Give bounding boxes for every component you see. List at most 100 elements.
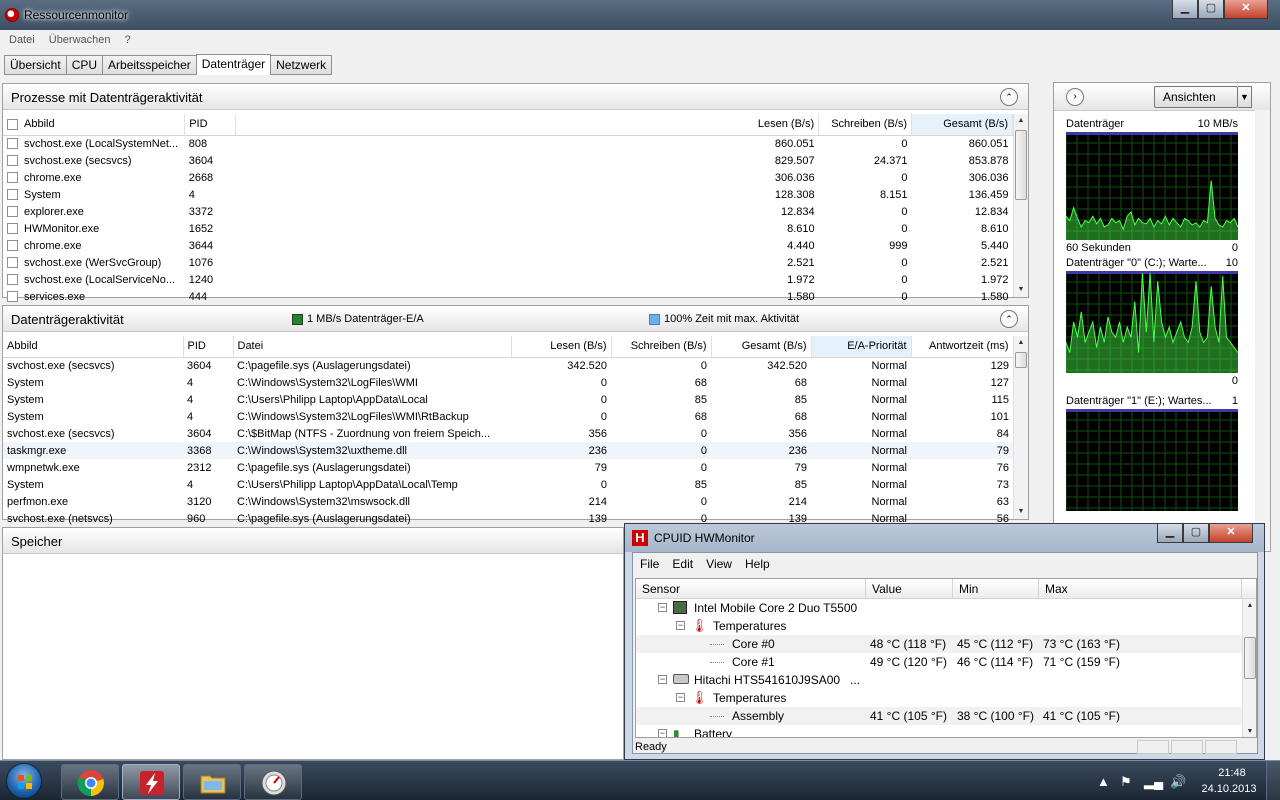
sensor-tree-scrollbar[interactable]: ▲ ▼ [1242, 599, 1256, 737]
table-row[interactable]: svchost.exe (WerSvcGroup) 1076 2.521 0 2.521 [3, 254, 1013, 271]
tree-row-core1[interactable]: Core #1 49 °C (120 °F) 46 °C (114 °F) 71… [636, 653, 1242, 671]
tab-netzwerk[interactable]: Netzwerk [271, 55, 333, 75]
show-desktop-button[interactable] [1266, 761, 1280, 800]
graphs-scrollbar[interactable] [1255, 110, 1270, 550]
show-hidden-icons-icon[interactable]: ▲ [1097, 774, 1110, 789]
table-row[interactable]: explorer.exe 3372 12.834 0 12.834 [3, 203, 1013, 220]
scroll-up-icon[interactable]: ▲ [1014, 336, 1028, 350]
tree-row-hdd[interactable]: − Hitachi HTS541610J9SA00 ... [636, 671, 1242, 689]
tree-row-battery[interactable]: − ▮ Battery [636, 725, 1242, 737]
table-row[interactable]: svchost.exe (secsvcs) 3604 C:\$BitMap (NTF… [3, 425, 1013, 442]
table-row[interactable]: chrome.exe 2668 306.036 0 306.036 [3, 169, 1013, 186]
column-header-ea-prioritaet[interactable]: E/A-Priorität [811, 336, 912, 358]
processes-panel-header[interactable]: Prozesse mit Datenträgeraktivität ⌃ [3, 84, 1028, 110]
row-checkbox[interactable] [7, 155, 18, 167]
menu-datei[interactable]: Datei [9, 30, 35, 50]
column-header-lesen[interactable]: Lesen (B/s) [235, 114, 820, 136]
processes-scrollbar[interactable]: ▲ ▼ [1013, 114, 1028, 297]
row-checkbox[interactable] [7, 257, 18, 269]
close-button[interactable]: ✕ [1224, 0, 1268, 19]
table-row[interactable]: svchost.exe (secsvcs) 3604 829.507 24.371 85… [3, 152, 1013, 169]
select-all-checkbox[interactable] [7, 118, 18, 130]
menu-edit[interactable]: Edit [672, 553, 693, 575]
collapse-icon[interactable]: − [658, 603, 667, 612]
column-header-abbild[interactable]: Abbild [3, 336, 184, 358]
table-row[interactable]: wmpnetwk.exe 2312 C:\pagefile.sys (Auslage… [3, 459, 1013, 476]
tree-row-core0[interactable]: Core #0 48 °C (118 °F) 45 °C (112 °F) 73… [636, 635, 1242, 653]
row-checkbox[interactable] [7, 138, 18, 150]
taskbar-chrome[interactable] [61, 764, 119, 800]
table-row[interactable]: taskmgr.exe 3368 C:\Windows\System32\uxthe… [3, 442, 1013, 459]
column-header-lesen[interactable]: Lesen (B/s) [511, 336, 612, 358]
collapse-icon[interactable]: − [676, 621, 685, 630]
taskbar-resource-monitor[interactable] [122, 764, 180, 800]
column-header-pid[interactable]: PID [183, 336, 234, 358]
hwmonitor-title-bar[interactable]: H CPUID HWMonitor ▁ ▢ ✕ [625, 524, 1264, 552]
table-row[interactable]: services.exe 444 1.580 0 1.580 [3, 288, 1013, 305]
scroll-down-icon[interactable]: ▼ [1243, 725, 1256, 737]
maximize-button[interactable]: ▢ [1198, 0, 1224, 19]
collapse-icon[interactable]: − [658, 675, 667, 684]
menu-ueberwachen[interactable]: Überwachen [49, 30, 111, 50]
tab-arbeitsspeicher[interactable]: Arbeitsspeicher [102, 55, 196, 75]
minimize-button[interactable]: ▁ [1157, 524, 1183, 543]
table-row[interactable]: System 4 C:\Windows\System32\LogFiles\WMI 0… [3, 374, 1013, 391]
views-button[interactable]: Ansichten [1154, 86, 1238, 108]
column-header-datei[interactable]: Datei [233, 336, 512, 358]
column-header-gesamt[interactable]: Gesamt (B/s) [711, 336, 812, 358]
taskbar-performance[interactable] [244, 764, 302, 800]
action-center-icon[interactable]: ⚑ [1120, 774, 1132, 790]
table-row[interactable]: svchost.exe (LocalSystemNet... 808 860.051… [3, 135, 1013, 152]
table-row[interactable]: System 4 C:\Users\Philipp Laptop\AppData\L… [3, 476, 1013, 493]
column-header-max[interactable]: Max [1039, 579, 1242, 599]
column-header-abbild[interactable]: Abbild [3, 114, 186, 136]
table-row[interactable]: System 4 C:\Windows\System32\LogFiles\WMI\… [3, 408, 1013, 425]
volume-icon[interactable]: 🔊 [1170, 774, 1186, 790]
table-row[interactable]: chrome.exe 3644 4.440 999 5.440 [3, 237, 1013, 254]
menu-file[interactable]: File [640, 553, 659, 575]
column-header-sensor[interactable]: Sensor [636, 579, 866, 599]
network-signal-icon[interactable]: ▂▄ [1144, 774, 1163, 790]
tab-uebersicht[interactable]: Übersicht [4, 55, 66, 75]
scroll-up-icon[interactable]: ▲ [1243, 599, 1256, 613]
title-bar[interactable]: Ressourcenmonitor ▁ ▢ ✕ [0, 0, 1280, 30]
disk-activity-header[interactable]: Datenträgeraktivität 1 MB/s Datenträger-… [3, 306, 1028, 332]
collapse-icon[interactable]: − [658, 729, 667, 737]
clock-time[interactable]: 21:48 [1212, 767, 1252, 779]
row-checkbox[interactable] [7, 240, 18, 252]
tree-row-hdd-temperatures[interactable]: − 🌡 Temperatures [636, 689, 1242, 707]
tree-row-assembly[interactable]: Assembly 41 °C (105 °F) 38 °C (100 °F) 4… [636, 707, 1242, 725]
collapse-icon[interactable]: ⌃ [1000, 88, 1018, 106]
tab-datentraeger[interactable]: Datenträger [195, 54, 272, 75]
menu-view[interactable]: View [706, 553, 732, 575]
taskbar-explorer[interactable] [183, 764, 241, 800]
scroll-up-icon[interactable]: ▲ [1014, 114, 1028, 128]
scroll-down-icon[interactable]: ▼ [1014, 283, 1028, 297]
tab-cpu[interactable]: CPU [65, 55, 103, 75]
maximize-button[interactable]: ▢ [1183, 524, 1209, 543]
column-header-schreiben[interactable]: Schreiben (B/s) [611, 336, 712, 358]
collapse-icon[interactable]: − [676, 693, 685, 702]
table-row[interactable]: System 4 C:\Users\Philipp Laptop\AppData\L… [3, 391, 1013, 408]
scroll-down-icon[interactable]: ▼ [1014, 505, 1028, 519]
column-header-value[interactable]: Value [866, 579, 953, 599]
column-header-gesamt[interactable]: Gesamt (B/s) [911, 114, 1013, 136]
row-checkbox[interactable] [7, 172, 18, 184]
close-button[interactable]: ✕ [1209, 524, 1253, 543]
views-dropdown-icon[interactable]: ▼ [1238, 86, 1252, 108]
row-checkbox[interactable] [7, 274, 18, 286]
tree-row-cpu-temperatures[interactable]: − 🌡 Temperatures [636, 617, 1242, 635]
disk-activity-scrollbar[interactable]: ▲ ▼ [1013, 336, 1028, 519]
column-header-pid[interactable]: PID [184, 114, 236, 136]
menu-help[interactable]: ? [125, 30, 131, 50]
expand-arrow-icon[interactable]: › [1066, 88, 1084, 106]
table-row[interactable]: System 4 128.308 8.151 136.459 [3, 186, 1013, 203]
menu-help[interactable]: Help [745, 553, 770, 575]
table-row[interactable]: svchost.exe (secsvcs) 3604 C:\pagefile.sys… [3, 357, 1013, 374]
scroll-thumb[interactable] [1244, 637, 1256, 679]
scroll-thumb[interactable] [1015, 130, 1027, 200]
start-button[interactable] [6, 763, 42, 799]
table-row[interactable]: HWMonitor.exe 1652 8.610 0 8.610 [3, 220, 1013, 237]
row-checkbox[interactable] [7, 206, 18, 218]
column-header-schreiben[interactable]: Schreiben (B/s) [818, 114, 913, 136]
